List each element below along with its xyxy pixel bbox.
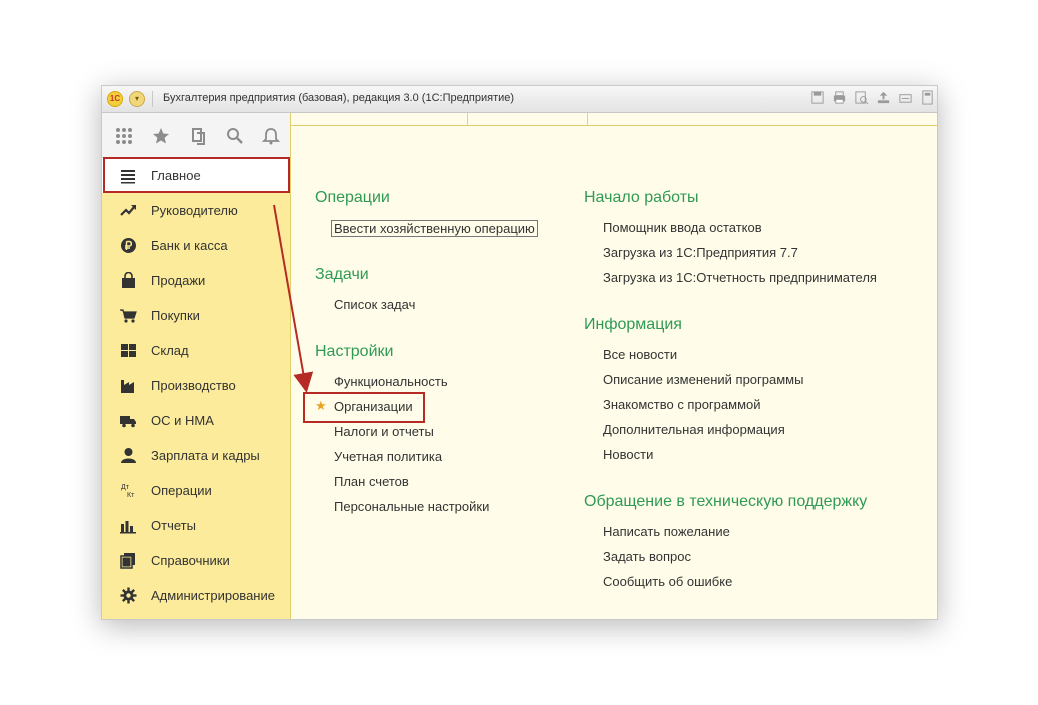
- link-ask-question[interactable]: Задать вопрос: [603, 549, 691, 564]
- shopping-bag-icon: [122, 272, 135, 288]
- sidebar-item-references[interactable]: Справочники: [102, 543, 290, 578]
- link-balance-wizard[interactable]: Помощник ввода остатков: [603, 220, 762, 235]
- sidebar-item-label: Главное: [151, 168, 201, 183]
- tab-strip: [291, 113, 937, 126]
- sidebar-item-director[interactable]: Руководителю: [102, 193, 290, 228]
- sidebar-item-label: Банк и касса: [151, 238, 228, 253]
- debit-credit-icon: Дт Кт: [121, 484, 135, 499]
- tab-divider: [467, 113, 468, 125]
- sidebar-toolbar: [102, 113, 290, 158]
- trend-up-icon: [120, 205, 136, 216]
- link-program-intro[interactable]: Знакомство с программой: [603, 397, 761, 412]
- upload-icon[interactable]: [876, 90, 891, 105]
- factory-icon: [121, 380, 134, 393]
- sidebar-item-label: Продажи: [151, 273, 206, 288]
- section-title-support: Обращение в техническую поддержку: [584, 493, 868, 510]
- sidebar-item-sales[interactable]: Продажи: [102, 263, 290, 298]
- svg-text:Кт: Кт: [127, 492, 135, 499]
- title-toolbar: [810, 90, 935, 105]
- link-report-error[interactable]: Сообщить об ошибке: [603, 574, 732, 589]
- svg-text:Дт: Дт: [121, 484, 130, 491]
- favorite-star-icon[interactable]: ★: [315, 398, 327, 414]
- section-title-getting-started: Начало работы: [584, 189, 699, 206]
- search-icon[interactable]: [226, 127, 244, 145]
- apps-grid-icon[interactable]: [115, 127, 133, 145]
- 1c-logo-icon[interactable]: 1С: [107, 91, 123, 107]
- window-title: Бухгалтерия предприятия (базовая), редак…: [163, 92, 515, 104]
- sidebar-item-warehouse[interactable]: Склад: [102, 333, 290, 368]
- link-taxes-reports[interactable]: Налоги и отчеты: [334, 424, 434, 439]
- link-write-suggestion[interactable]: Написать пожелание: [603, 524, 730, 539]
- books-icon: [120, 553, 135, 569]
- sidebar-item-production[interactable]: Производство: [102, 368, 290, 403]
- sidebar-item-main[interactable]: Главное: [102, 158, 290, 193]
- sidebar-item-reports[interactable]: Отчеты: [102, 508, 290, 543]
- link-import-77[interactable]: Загрузка из 1С:Предприятия 7.7: [603, 245, 798, 260]
- person-icon: [121, 448, 136, 463]
- toolbar-divider: [152, 91, 153, 107]
- history-icon[interactable]: [189, 127, 207, 145]
- calculator-icon[interactable]: [920, 90, 935, 105]
- sidebar-item-label: Покупки: [151, 308, 200, 323]
- link-import-reporting[interactable]: Загрузка из 1С:Отчетность предпринимател…: [603, 270, 877, 285]
- link-personal-settings[interactable]: Персональные настройки: [334, 499, 489, 514]
- menu-lines-icon: [121, 170, 135, 184]
- sidebar-item-operations[interactable]: Дт Кт Операции: [102, 473, 290, 508]
- truck-icon: [120, 416, 136, 428]
- main-content: Операции Ввести хозяйственную операцию З…: [291, 126, 937, 619]
- section-title-settings: Настройки: [315, 343, 394, 360]
- save-icon[interactable]: [810, 90, 825, 105]
- section-title-operations: Операции: [315, 189, 390, 206]
- section-title-information: Информация: [584, 316, 682, 333]
- bar-chart-icon: [120, 521, 136, 534]
- link-task-list[interactable]: Список задач: [334, 297, 415, 312]
- link-organizations[interactable]: Организации: [334, 399, 413, 414]
- warehouse-grid-icon: [121, 344, 136, 357]
- gear-icon: [120, 587, 137, 604]
- ruble-coin-icon: [121, 238, 136, 253]
- sidebar-item-bank[interactable]: Банк и касса: [102, 228, 290, 263]
- sidebar-item-label: Зарплата и кадры: [151, 448, 260, 463]
- tab-divider: [587, 113, 588, 125]
- star-icon[interactable]: [152, 127, 170, 145]
- shopping-cart-icon: [120, 309, 137, 323]
- sidebar-item-administration[interactable]: Администрирование: [102, 578, 290, 613]
- sidebar-item-label: Справочники: [151, 553, 230, 568]
- scanner-icon[interactable]: [898, 90, 913, 105]
- main-menu-button[interactable]: ▾: [129, 91, 145, 107]
- title-bar: 1С ▾ Бухгалтерия предприятия (базовая), …: [102, 86, 937, 113]
- link-accounting-policy[interactable]: Учетная политика: [334, 449, 442, 464]
- sidebar-item-label: Администрирование: [151, 588, 275, 603]
- link-enter-operation[interactable]: Ввести хозяйственную операцию: [331, 220, 538, 237]
- link-all-news[interactable]: Все новости: [603, 347, 677, 362]
- print-icon[interactable]: [832, 90, 847, 105]
- sidebar-item-fixed-assets[interactable]: ОС и НМА: [102, 403, 290, 438]
- link-additional-info[interactable]: Дополнительная информация: [603, 422, 785, 437]
- sidebar-item-salary[interactable]: Зарплата и кадры: [102, 438, 290, 473]
- sidebar-item-label: Склад: [151, 343, 189, 358]
- sidebar-item-label: ОС и НМА: [151, 413, 214, 428]
- sidebar-item-purchases[interactable]: Покупки: [102, 298, 290, 333]
- bell-icon[interactable]: [262, 127, 280, 145]
- section-title-tasks: Задачи: [315, 266, 369, 283]
- app-window: 1С ▾ Бухгалтерия предприятия (базовая), …: [101, 85, 938, 620]
- link-chart-of-accounts[interactable]: План счетов: [334, 474, 409, 489]
- sections-panel: Главное Руководителю Банк и касса Продаж…: [102, 113, 291, 619]
- print-preview-icon[interactable]: [854, 90, 869, 105]
- sidebar-item-label: Отчеты: [151, 518, 196, 533]
- sidebar-item-label: Руководителю: [151, 203, 238, 218]
- link-functionality[interactable]: Функциональность: [334, 374, 448, 389]
- sidebar-item-label: Операции: [151, 483, 212, 498]
- link-news[interactable]: Новости: [603, 447, 653, 462]
- sidebar-item-label: Производство: [151, 378, 236, 393]
- link-changes-description[interactable]: Описание изменений программы: [603, 372, 803, 387]
